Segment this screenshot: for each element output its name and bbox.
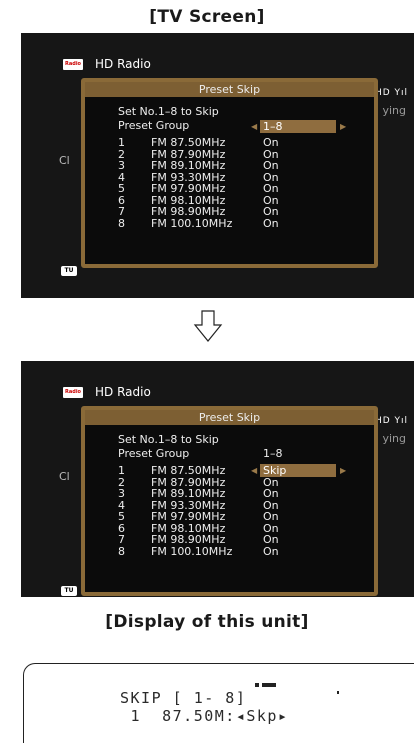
set-label: Set No.1–8 to Skip [118,433,219,446]
list-item: FM 87.50MHz [151,464,226,477]
indicator-icon [262,683,276,687]
dialog-title: Preset Skip [85,410,374,425]
preset-numbers: 1 2 3 4 5 6 7 8 [118,465,125,557]
list-item: FM 100.10MHz [151,544,233,558]
tu-badge-icon: TU [61,586,77,596]
preset-group-selector[interactable]: 1–8 [260,120,336,133]
left-text: Cl [59,470,70,483]
list-item: FM 89.10MHz [151,159,226,172]
left-arrow-icon[interactable]: ◀ [251,464,257,477]
list-item[interactable] [263,465,279,477]
header-bar: Radio HD Radio [63,385,151,399]
preset-group-label: Preset Group [118,119,190,132]
left-text: Cl [59,154,70,167]
list-item: FM 98.90MHz [151,533,226,546]
set-label: Set No.1–8 to Skip [118,105,219,118]
preset-group-value[interactable]: 1–8 [263,447,283,460]
list-item: 3 [118,487,125,500]
list-item[interactable]: On [263,206,279,218]
tv-screen-heading: [TV Screen] [149,7,265,27]
dialog-title: Preset Skip [85,82,374,97]
list-item: 7 [118,533,125,546]
list-item: FM 100.10MHz [151,216,233,230]
preset-numbers: 1 2 3 4 5 6 7 8 [118,137,125,229]
preset-skip-dialog: Preset Skip Set No.1–8 to Skip Preset Gr… [81,78,378,268]
preset-frequencies: FM 87.50MHz FM 87.90MHz FM 89.10MHz FM 9… [151,465,232,557]
hd-radio-logo-icon: Radio [63,58,83,70]
status-text: ying [382,104,406,117]
unit-display: SKIP [ 1- 8] 1 87.50M:◂Skp▸ [23,663,414,743]
list-item: 5 [118,182,125,195]
list-item[interactable]: On [263,137,279,149]
list-item: 1 [118,136,125,149]
list-item: FM 89.10MHz [151,487,226,500]
list-item: FM 97.90MHz [151,182,226,195]
list-item[interactable]: On [263,534,279,546]
list-item[interactable]: On [263,160,279,172]
source-title: HD Radio [95,385,151,399]
signal-icon: HD Yıl [374,88,408,98]
preset-status: On On On On On On On On [263,137,279,229]
right-arrow-icon[interactable]: ▶ [340,464,346,477]
list-item: FM 98.90MHz [151,205,226,218]
list-item: 1 [118,464,125,477]
header-bar: Radio HD Radio [63,57,151,71]
list-item: 5 [118,510,125,523]
preset-skip-dialog: Preset Skip Set No.1–8 to Skip Preset Gr… [81,406,378,596]
display-heading: [Display of this unit] [105,612,309,632]
preset-frequencies: FM 87.50MHz FM 87.90MHz FM 89.10MHz FM 9… [151,137,232,229]
tv-screen-before: Radio HD Radio HD Yıl ying Cl TU Preset … [21,33,414,298]
list-item: 3 [118,159,125,172]
list-item: FM 97.90MHz [151,510,226,523]
tu-badge-icon: TU [61,266,77,276]
list-item: 7 [118,205,125,218]
status-text: ying [382,432,406,445]
list-item[interactable]: On [263,218,279,230]
preset-group-label: Preset Group [118,447,190,460]
left-arrow-icon[interactable]: ◀ [251,120,257,133]
list-item[interactable]: On [263,488,279,500]
right-arrow-icon[interactable]: ▶ [340,120,346,133]
down-arrow-icon [193,310,223,342]
list-item: FM 87.50MHz [151,136,226,149]
preset-status: On On On On On On On [263,465,279,557]
list-item: 8 [118,544,125,558]
tv-screen-after: Radio HD Radio HD Yıl ying Cl TU Preset … [21,361,414,597]
display-line-2: 1 87.50M:◂Skp▸ [120,707,289,725]
list-item: 8 [118,216,125,230]
source-title: HD Radio [95,57,151,71]
list-item[interactable]: On [263,183,279,195]
list-item[interactable]: On [263,511,279,523]
indicator-icon [337,691,339,694]
indicator-icon [255,683,259,687]
hd-radio-logo-icon: Radio [63,386,83,398]
signal-icon: HD Yıl [374,416,408,426]
display-line-1: SKIP [ 1- 8] [120,689,247,707]
list-item[interactable]: On [263,546,279,558]
